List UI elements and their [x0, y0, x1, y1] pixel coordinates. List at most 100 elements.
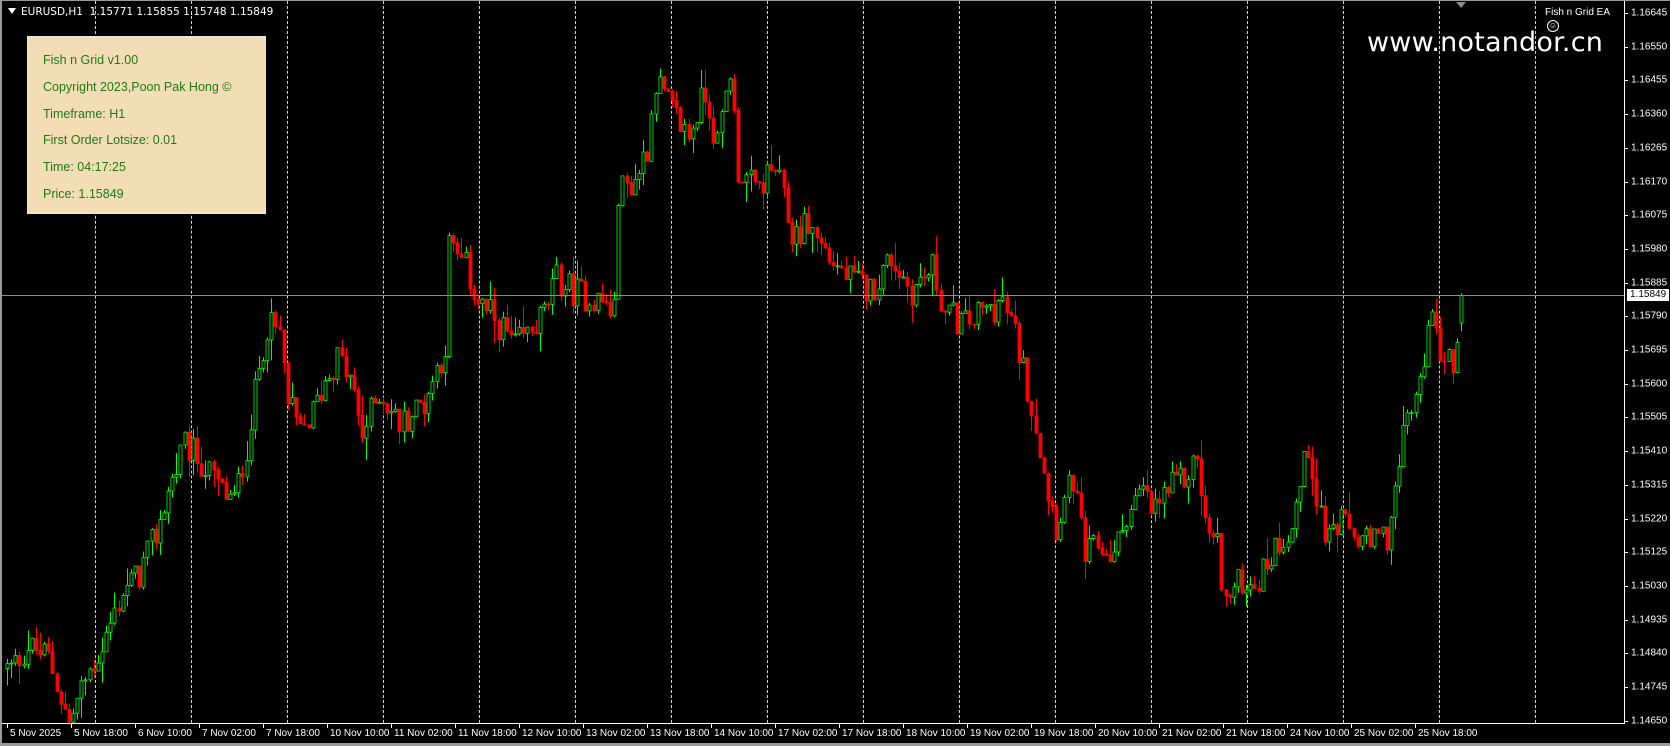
- candle-body: [331, 377, 336, 380]
- chart-shift-marker-icon[interactable]: [1456, 2, 1466, 8]
- candle-body: [1459, 294, 1464, 324]
- bear-candle: [1166, 486, 1171, 498]
- time-tick: [455, 724, 456, 728]
- menu-triangle-icon[interactable]: [8, 8, 16, 14]
- candle-body: [1319, 505, 1324, 508]
- bull-candle: [207, 461, 212, 481]
- bear-candle: [852, 256, 857, 274]
- bull-candle: [1261, 558, 1266, 592]
- candle-body: [9, 662, 14, 665]
- candle-body: [720, 111, 725, 134]
- bull-candle: [133, 565, 138, 579]
- candle-body: [67, 708, 72, 723]
- candle-body: [389, 411, 394, 414]
- candle-body: [364, 425, 369, 439]
- candle-body: [926, 274, 931, 279]
- info-copyright: Copyright 2023,Poon Pak Hong ©: [43, 80, 232, 94]
- candle-body: [1257, 587, 1262, 592]
- price-tick-label: 1.15315: [1631, 479, 1668, 491]
- info-title: Fish n Grid v1.00: [43, 53, 139, 67]
- candle-body: [170, 476, 175, 492]
- chart-window[interactable]: EURUSD,H1 1.15771 1.15855 1.15748 1.1584…: [0, 0, 1670, 746]
- bear-candle: [356, 386, 361, 426]
- bull-candle: [265, 337, 270, 373]
- time-tick: [967, 724, 968, 728]
- bull-candle: [22, 655, 27, 669]
- bear-candle: [307, 424, 312, 429]
- bull-candle: [959, 311, 964, 335]
- bull-candle: [402, 401, 407, 443]
- time-tick-label: 17 Nov 18:00: [842, 728, 902, 739]
- bull-candle: [232, 484, 237, 496]
- bear-candle: [1005, 291, 1010, 325]
- bear-candle: [439, 362, 444, 378]
- candle-body: [798, 226, 803, 244]
- candle-body: [972, 323, 977, 326]
- symbol-label: EURUSD,H1: [21, 6, 83, 18]
- candle-body: [1219, 533, 1224, 591]
- price-tick-label: 1.16170: [1631, 176, 1668, 187]
- candle-body: [240, 472, 245, 478]
- candle-body: [1438, 327, 1443, 362]
- bear-candle: [1017, 320, 1022, 380]
- candle-body: [1281, 546, 1286, 553]
- candle-body: [509, 330, 514, 335]
- candle-body: [1426, 325, 1431, 368]
- bear-candle: [860, 264, 865, 280]
- time-tick-label: 19 Nov 18:00: [1034, 728, 1094, 739]
- bear-candle: [55, 671, 60, 693]
- candle-body: [406, 410, 411, 432]
- chart-plot-area[interactable]: EURUSD,H1 1.15771 1.15855 1.15748 1.1584…: [2, 1, 1625, 724]
- candle-body: [451, 235, 456, 244]
- bull-candle: [848, 265, 853, 293]
- bull-candle: [554, 256, 559, 280]
- candle-body: [736, 110, 741, 183]
- bull-candle: [1286, 535, 1291, 552]
- candle-body: [641, 151, 646, 175]
- candle-body: [715, 132, 720, 144]
- candle-body: [1376, 528, 1381, 534]
- candle-body: [703, 87, 708, 103]
- bull-candle: [1087, 525, 1092, 564]
- bear-candle: [1071, 474, 1076, 504]
- bull-candle: [724, 90, 729, 113]
- candle-body: [1248, 584, 1253, 591]
- bear-candle: [459, 238, 464, 259]
- bull-candle: [83, 677, 88, 696]
- bull-candle: [567, 270, 572, 293]
- candle-body: [1174, 471, 1179, 476]
- time-tick-label: 11 Nov 02:00: [394, 728, 453, 739]
- bear-candle: [1013, 300, 1018, 329]
- bear-candle: [1335, 522, 1340, 553]
- candle-body: [492, 299, 497, 322]
- bear-candle: [645, 150, 650, 162]
- bear-candle: [711, 106, 716, 150]
- ea-status[interactable]: Fish n Grid EA ☺: [1545, 7, 1624, 32]
- bull-candle: [290, 382, 295, 406]
- candle-body: [1224, 589, 1229, 597]
- bull-candle: [1364, 525, 1369, 545]
- candle-body: [1005, 296, 1010, 313]
- bear-candle: [955, 302, 960, 336]
- price-tick: [1624, 248, 1628, 250]
- candle-body: [1211, 532, 1216, 538]
- smiley-icon[interactable]: ☺: [1547, 20, 1559, 32]
- bear-candle: [17, 651, 22, 685]
- time-tick: [391, 724, 392, 728]
- candle-body: [410, 416, 415, 432]
- bull-candle: [150, 528, 155, 556]
- time-tick-label: 18 Nov 10:00: [906, 728, 966, 739]
- bull-candle: [877, 274, 882, 306]
- candle-body: [1108, 554, 1113, 562]
- time-tick: [903, 724, 904, 728]
- candle-body: [1343, 509, 1348, 515]
- candle-body: [1290, 528, 1295, 543]
- candle-body: [951, 302, 956, 306]
- candle-body: [108, 622, 113, 633]
- time-tick-label: 25 Nov 02:00: [1354, 728, 1414, 739]
- bear-candle: [831, 251, 836, 271]
- candle-body: [212, 461, 217, 471]
- bull-candle: [1269, 557, 1274, 572]
- candle-body: [311, 401, 316, 429]
- bull-candle: [1236, 569, 1241, 593]
